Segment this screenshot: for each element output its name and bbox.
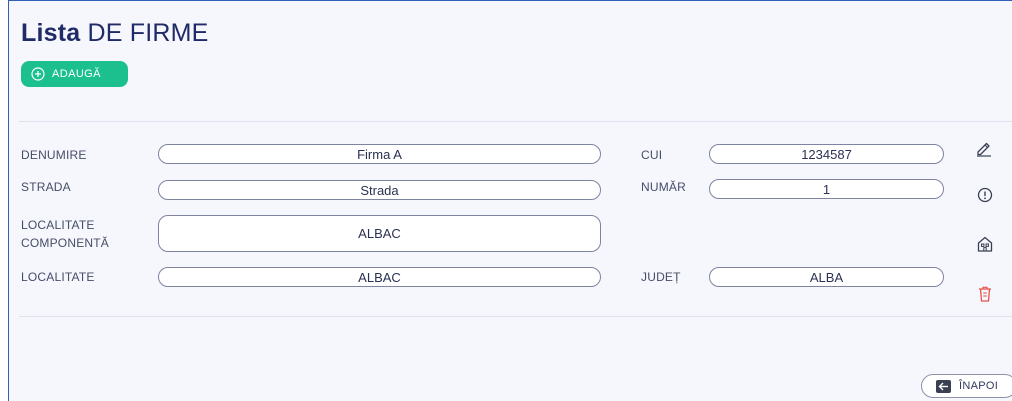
plus-circle-icon <box>31 67 45 81</box>
strada-field[interactable]: Strada <box>158 180 601 200</box>
cui-value: 1234587 <box>801 146 852 162</box>
cui-label: CUI <box>641 148 663 162</box>
cui-field[interactable]: 1234587 <box>709 144 944 164</box>
back-button-label: ÎNAPOI <box>959 380 999 392</box>
judet-label: JUDEȚ <box>641 270 681 284</box>
localitate-componenta-label-line1: LOCALITATE <box>21 218 95 232</box>
trash-icon[interactable] <box>975 284 995 304</box>
page-title-bold: Lista <box>21 19 81 47</box>
judet-field[interactable]: ALBA <box>709 267 944 287</box>
localitate-field[interactable]: ALBAC <box>158 267 601 287</box>
numar-value: 1 <box>822 181 831 197</box>
localitate-componenta-value: ALBAC <box>358 226 401 241</box>
localitate-componenta-label-line2: COMPONENTĂ <box>21 236 110 250</box>
add-button[interactable]: ADAUGĂ <box>21 61 128 87</box>
edit-pencil-icon[interactable] <box>974 138 994 158</box>
bottom-divider <box>19 316 1012 317</box>
denumire-value: Firma A <box>357 146 402 162</box>
localitate-componenta-label: LOCALITATE COMPONENTĂ <box>21 216 109 252</box>
info-circle-icon[interactable] <box>975 185 995 205</box>
page-title: Lista DE FIRME <box>21 19 209 48</box>
judet-value: ALBA <box>809 269 844 285</box>
page-title-rest: DE FIRME <box>80 19 209 47</box>
building-icon[interactable] <box>975 234 995 254</box>
top-divider <box>19 121 1012 122</box>
strada-label: STRADA <box>21 180 71 194</box>
denumire-field[interactable]: Firma A <box>158 144 601 164</box>
localitate-label: LOCALITATE <box>21 270 95 284</box>
arrow-left-icon <box>936 379 951 393</box>
company-list-panel: Lista DE FIRME ADAUGĂ DENUMIRE Firma A C… <box>8 0 1012 401</box>
localitate-value: ALBAC <box>358 269 401 285</box>
localitate-componenta-field[interactable]: ALBAC <box>158 215 601 252</box>
strada-value: Strada <box>360 182 399 198</box>
numar-field[interactable]: 1 <box>709 179 944 199</box>
back-button[interactable]: ÎNAPOI <box>921 374 1012 398</box>
numar-label: NUMĂR <box>641 180 686 194</box>
add-button-label: ADAUGĂ <box>52 68 101 80</box>
denumire-label: DENUMIRE <box>21 148 87 162</box>
